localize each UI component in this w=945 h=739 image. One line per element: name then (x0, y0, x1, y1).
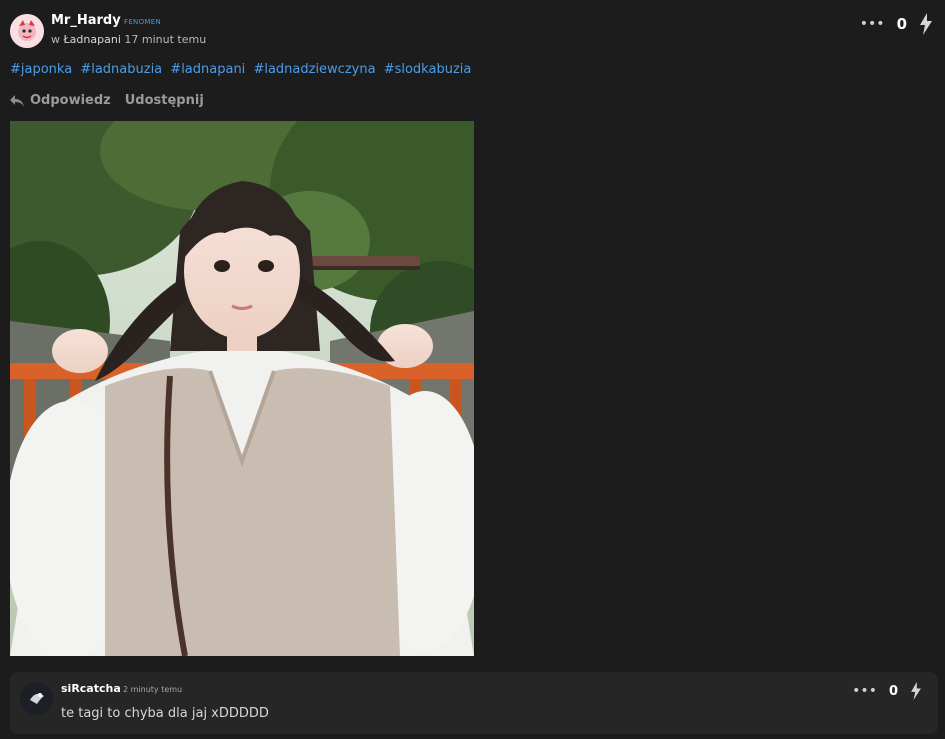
comment-author[interactable]: siRcatcha (61, 682, 121, 695)
author-rank-badge: FENOMEN (124, 18, 161, 26)
share-label: Udostępnij (124, 93, 204, 108)
post-photo[interactable] (10, 121, 474, 656)
comment-controls: ••• 0 (852, 682, 922, 700)
tag-link[interactable]: #ladnabuzia (80, 62, 162, 77)
post-time: 17 minut temu (124, 33, 207, 46)
comment-text: te tagi to chyba dla jaj xDDDDD (61, 706, 269, 721)
reply-button[interactable]: Odpowiedz (10, 93, 111, 108)
share-button[interactable]: Udostępnij (125, 93, 204, 108)
post-actions: Odpowiedz Udostępnij (10, 93, 204, 108)
comment: siRcatcha 2 minuty temu te tagi to chyba… (10, 672, 938, 734)
tag-link[interactable]: #slodkabuzia (384, 62, 472, 77)
meta-prefix: w (51, 33, 60, 46)
tag-link[interactable]: #japonka (10, 62, 72, 77)
community-link[interactable]: Ładnapani (64, 33, 121, 46)
reply-arrow-icon (10, 94, 24, 107)
post-controls: ••• 0 (860, 12, 933, 36)
comment-avatar[interactable] (20, 682, 53, 715)
comment-score: 0 (888, 683, 898, 699)
tag-link[interactable]: #ladnadziewczyna (253, 62, 375, 77)
author-avatar[interactable] (10, 14, 44, 48)
tag-list: #japonka #ladnabuzia #ladnapani #ladnadz… (10, 62, 475, 77)
more-dots-icon[interactable]: ••• (860, 17, 885, 31)
post-meta: w Ładnapani 17 minut temu (51, 33, 206, 46)
reply-label: Odpowiedz (30, 93, 111, 108)
tag-link[interactable]: #ladnapani (170, 62, 245, 77)
comment-time: 2 minuty temu (123, 685, 183, 694)
author-username[interactable]: Mr_Hardy (51, 13, 121, 28)
post-score: 0 (896, 15, 907, 33)
more-dots-icon[interactable]: ••• (852, 684, 877, 698)
bolt-icon[interactable] (910, 682, 922, 700)
post: Mr_Hardy FENOMEN w Ładnapani 17 minut te… (0, 0, 945, 739)
bolt-icon[interactable] (919, 13, 933, 35)
